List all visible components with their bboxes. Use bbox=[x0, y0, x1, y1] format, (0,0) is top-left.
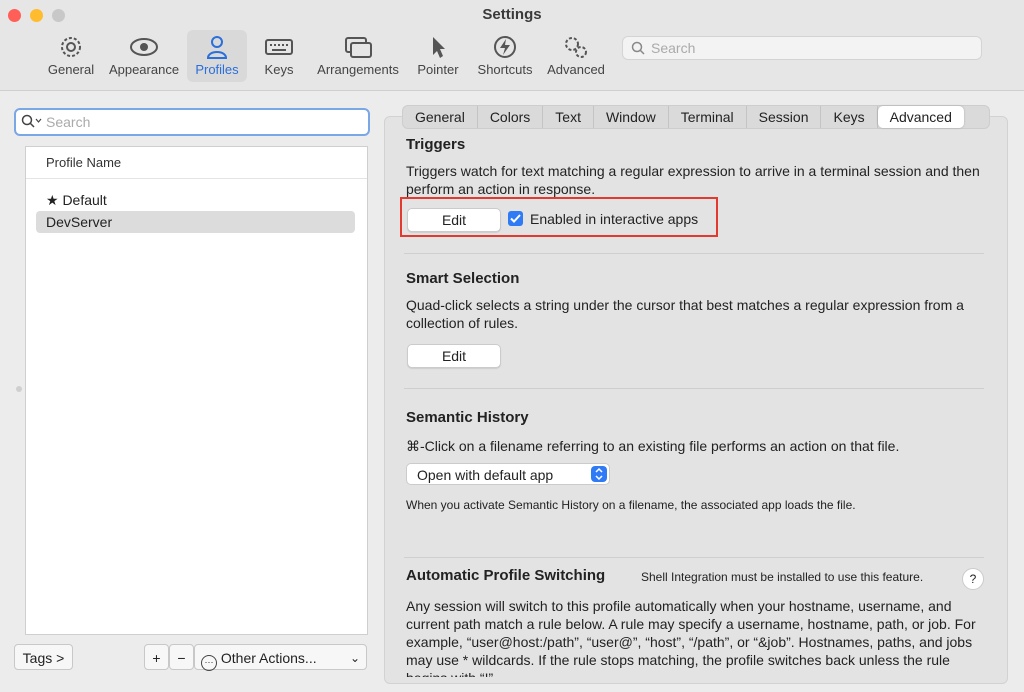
other-actions-label: Other Actions... bbox=[220, 650, 317, 666]
toolbar-profiles[interactable]: Profiles bbox=[187, 30, 247, 82]
divider bbox=[26, 178, 367, 179]
semantic-history-note: When you activate Semantic History on a … bbox=[406, 498, 856, 512]
section-title: Semantic History bbox=[406, 409, 529, 426]
tab-keys[interactable]: Keys bbox=[821, 106, 878, 128]
tab-advanced[interactable]: Advanced bbox=[877, 106, 964, 128]
list-item[interactable]: DevServer bbox=[36, 211, 355, 233]
chevron-down-icon: ⌄ bbox=[349, 651, 360, 665]
bolt-icon bbox=[494, 36, 516, 58]
toolbar-search-input[interactable]: Search bbox=[622, 36, 982, 60]
toolbar-label: Arrangements bbox=[317, 62, 399, 77]
ellipsis-icon: ··· bbox=[201, 655, 217, 671]
updown-arrows-icon bbox=[591, 466, 607, 482]
titlebar: Settings General Appearance Profiles Key… bbox=[0, 0, 1024, 91]
checkmark-icon bbox=[510, 214, 521, 223]
tags-button[interactable]: Tags > bbox=[14, 644, 73, 670]
divider bbox=[404, 253, 984, 254]
other-actions-menu[interactable]: ··· Other Actions... ⌄ bbox=[194, 644, 367, 671]
tab-text[interactable]: Text bbox=[543, 106, 594, 128]
toolbar-label: Pointer bbox=[417, 62, 459, 77]
tab-window[interactable]: Window bbox=[594, 106, 669, 128]
help-button[interactable]: ? bbox=[962, 568, 984, 590]
section-title: Smart Selection bbox=[406, 270, 520, 287]
section-description: Quad-click selects a string under the cu… bbox=[406, 297, 964, 331]
section-title: Automatic Profile Switching bbox=[406, 567, 606, 584]
settings-window: Settings General Appearance Profiles Key… bbox=[0, 0, 1024, 692]
toolbar-label: Profiles bbox=[195, 62, 239, 77]
pointer-icon bbox=[433, 37, 445, 58]
person-icon bbox=[206, 36, 228, 59]
column-header[interactable]: Profile Name bbox=[46, 155, 121, 170]
triggers-edit-button[interactable]: Edit bbox=[407, 208, 501, 232]
list-item[interactable]: ★ Default bbox=[36, 189, 355, 211]
search-placeholder: Search bbox=[651, 40, 696, 56]
semantic-history-select[interactable]: Open with default app bbox=[406, 463, 610, 485]
checkbox-label[interactable]: Enabled in interactive apps bbox=[530, 210, 698, 228]
keyboard-icon bbox=[265, 39, 293, 55]
section-description: ⌘-Click on a filename referring to an ex… bbox=[406, 438, 900, 454]
tab-colors[interactable]: Colors bbox=[478, 106, 544, 128]
windows-icon bbox=[345, 37, 372, 58]
toolbar-keys[interactable]: Keys bbox=[258, 30, 300, 82]
toolbar-advanced[interactable]: Advanced bbox=[545, 30, 607, 82]
add-profile-button[interactable]: + bbox=[144, 644, 169, 670]
section-description: Any session will switch to this profile … bbox=[406, 598, 976, 677]
tab-session[interactable]: Session bbox=[747, 106, 822, 128]
tab-general[interactable]: General bbox=[403, 106, 478, 128]
gears-icon bbox=[565, 37, 587, 58]
divider bbox=[404, 557, 984, 558]
select-value: Open with default app bbox=[417, 467, 554, 483]
search-icon bbox=[21, 114, 42, 128]
section-description: Triggers watch for text matching a regul… bbox=[406, 163, 980, 197]
tab-terminal[interactable]: Terminal bbox=[669, 106, 747, 128]
search-icon bbox=[631, 41, 645, 55]
eye-icon bbox=[130, 38, 158, 56]
toolbar-general[interactable]: General bbox=[44, 30, 98, 82]
divider bbox=[404, 388, 984, 389]
window-title: Settings bbox=[482, 6, 542, 23]
profile-list: Profile Name ★ Default DevServer bbox=[25, 146, 368, 635]
toolbar-shortcuts[interactable]: Shortcuts bbox=[474, 30, 536, 82]
interactive-apps-checkbox[interactable] bbox=[508, 211, 523, 226]
toolbar-label: Keys bbox=[264, 62, 294, 77]
toolbar-label: General bbox=[47, 62, 95, 77]
smart-selection-edit-button[interactable]: Edit bbox=[407, 344, 501, 368]
search-placeholder: Search bbox=[46, 114, 91, 130]
toolbar-pointer[interactable]: Pointer bbox=[414, 30, 462, 82]
profile-search-input[interactable]: Search bbox=[14, 108, 370, 136]
gear-icon bbox=[61, 37, 81, 57]
shell-integration-note: Shell Integration must be installed to u… bbox=[641, 570, 924, 584]
split-handle[interactable] bbox=[16, 386, 22, 392]
toolbar-label: Advanced bbox=[547, 62, 605, 77]
toolbar-label: Shortcuts bbox=[477, 62, 533, 77]
toolbar-label: Appearance bbox=[108, 62, 180, 77]
toolbar-appearance[interactable]: Appearance bbox=[106, 30, 182, 82]
profile-tabs: General Colors Text Window Terminal Sess… bbox=[402, 105, 990, 129]
remove-profile-button[interactable]: − bbox=[169, 644, 194, 670]
toolbar-arrangements[interactable]: Arrangements bbox=[314, 30, 402, 82]
section-title: Triggers bbox=[406, 136, 466, 153]
